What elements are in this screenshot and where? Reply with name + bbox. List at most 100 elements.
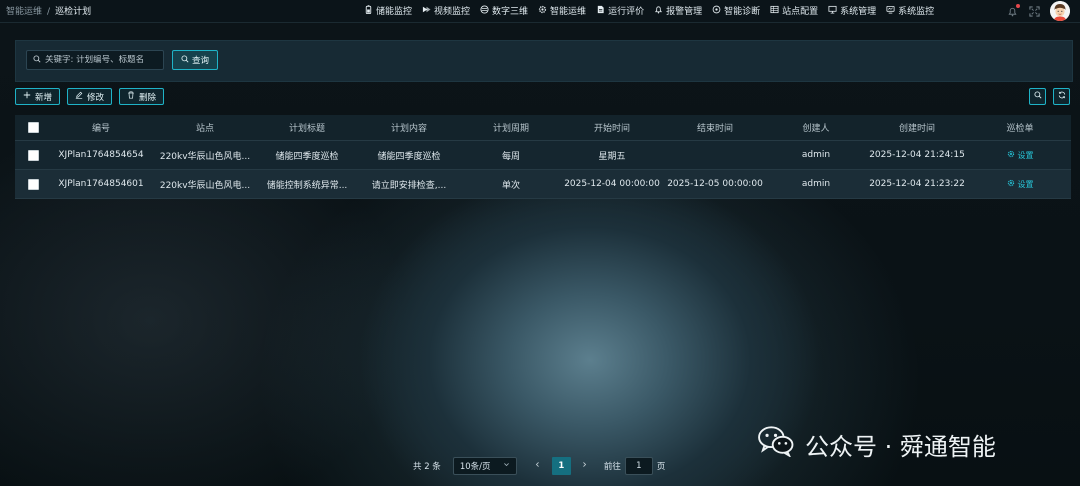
- document-icon: [596, 5, 605, 17]
- search-icon: [181, 54, 189, 66]
- refresh-button[interactable]: [1053, 88, 1070, 105]
- nav-item-system-management[interactable]: 系统管理: [828, 4, 876, 17]
- settings-link-label: 设置: [1017, 179, 1034, 189]
- cell-start-time: 2025-12-04 00:00:00: [564, 179, 660, 189]
- goto-page-input[interactable]: [624, 457, 653, 475]
- notification-badge-dot: [1016, 4, 1020, 8]
- toggle-search-button[interactable]: [1029, 88, 1046, 105]
- breadcrumb-root[interactable]: 智能运维: [6, 7, 42, 17]
- nav-item-alarm-management[interactable]: 报警管理: [654, 4, 702, 17]
- table-tools: [1029, 88, 1070, 105]
- column-header-created-time[interactable]: 创建时间: [867, 115, 967, 140]
- search-icon: [1033, 91, 1042, 102]
- top-bar: 智能运维 / 巡检计划 储能监控 视频监控 数字三维 智能运维 运行评价 报警管理: [0, 0, 1080, 23]
- cell-creator: admin: [801, 150, 831, 160]
- nav-label: 智能诊断: [724, 7, 761, 17]
- cube-icon: [480, 4, 489, 17]
- settings-link[interactable]: 设置: [1007, 179, 1034, 190]
- next-page-button[interactable]: [578, 457, 592, 475]
- nav-item-video-monitor[interactable]: 视频监控: [422, 4, 470, 17]
- wechat-icon: [757, 425, 795, 463]
- cell-end-time: 2025-12-05 00:00:00: [667, 179, 763, 189]
- watermark-text: 公众号 · 舜通智能: [805, 432, 996, 461]
- breadcrumb-separator: /: [47, 7, 51, 17]
- select-all-checkbox[interactable]: [27, 122, 39, 133]
- column-header-cycle[interactable]: 计划周期: [463, 115, 559, 140]
- nav-item-operation-evaluation[interactable]: 运行评价: [596, 4, 644, 17]
- gear-icon: [1007, 179, 1015, 189]
- cell-creator: admin: [801, 179, 831, 189]
- table-row[interactable]: XJPlan1764854601 220kv华辰山色风电... 储能控制系统异常…: [15, 170, 1071, 199]
- table-header-row: 编号 站点 计划标题 计划内容 计划周期 开始时间 结束时间 创建人 创建时间 …: [15, 115, 1071, 141]
- column-header-creator[interactable]: 创建人: [765, 115, 867, 140]
- cell-start-time: 星期五: [598, 151, 626, 162]
- nav-label: 视频监控: [434, 7, 471, 17]
- nav-item-digital-3d[interactable]: 数字三维: [480, 4, 528, 17]
- main-nav: 储能监控 视频监控 数字三维 智能运维 运行评价 报警管理 智能诊断 站点配置: [364, 4, 934, 17]
- keyword-search-field[interactable]: [26, 50, 164, 70]
- column-header-content[interactable]: 计划内容: [355, 115, 463, 140]
- page-unit-label: 页: [656, 462, 666, 472]
- row-checkbox[interactable]: [27, 178, 39, 190]
- column-header-id[interactable]: 编号: [51, 115, 151, 140]
- delete-button[interactable]: 删除: [119, 88, 165, 105]
- prev-page-button[interactable]: [531, 457, 545, 475]
- chevron-left-icon: [534, 461, 541, 471]
- add-button-label: 新增: [35, 92, 53, 103]
- notification-bell-icon[interactable]: [1006, 4, 1020, 17]
- cell-id: XJPlan1764854654: [58, 150, 144, 160]
- nav-label: 智能运维: [550, 7, 587, 17]
- cell-site: 220kv华辰山色风电...: [159, 180, 251, 191]
- settings-link[interactable]: 设置: [1007, 150, 1034, 161]
- edit-button[interactable]: 修改: [67, 88, 113, 105]
- column-header-title[interactable]: 计划标题: [259, 115, 355, 140]
- diagnosis-icon: [712, 5, 721, 17]
- pagination-total: 共 2 条: [413, 462, 441, 472]
- screen-icon: [886, 5, 895, 17]
- table-row[interactable]: XJPlan1764854654 220kv华辰山色风电... 储能四季度巡检 …: [15, 141, 1071, 170]
- nav-label: 站点配置: [782, 7, 819, 17]
- search-panel: 查询: [15, 40, 1073, 82]
- nav-item-site-config[interactable]: 站点配置: [770, 4, 818, 17]
- row-checkbox[interactable]: [27, 149, 39, 161]
- query-button-label: 查询: [191, 56, 209, 66]
- table-icon: [770, 5, 779, 17]
- nav-item-smart-ops[interactable]: 智能运维: [538, 4, 586, 17]
- column-header-inspection-sheet: 巡检单: [1006, 124, 1034, 134]
- nav-label: 数字三维: [492, 7, 529, 17]
- trash-icon: [127, 91, 135, 102]
- bell-icon: [654, 5, 663, 17]
- query-button[interactable]: 查询: [172, 50, 218, 70]
- edit-pencil-icon: [75, 91, 83, 102]
- cell-end-time: [665, 141, 765, 169]
- page-number-current[interactable]: 1: [551, 457, 571, 475]
- nav-item-smart-diagnosis[interactable]: 智能诊断: [712, 4, 760, 17]
- cell-content: 储能四季度巡检: [377, 151, 441, 162]
- cell-created-time: 2025-12-04 21:24:15: [869, 150, 965, 160]
- column-header-start-time[interactable]: 开始时间: [559, 115, 665, 140]
- delete-button-label: 删除: [139, 92, 157, 103]
- page-size-select[interactable]: 10条/页: [452, 457, 517, 475]
- chevron-right-icon: [581, 461, 588, 471]
- nav-label: 储能监控: [376, 7, 413, 17]
- cell-cycle: 每周: [501, 151, 520, 162]
- column-header-site[interactable]: 站点: [151, 115, 259, 140]
- cell-created-time: 2025-12-04 21:23:22: [869, 179, 965, 189]
- add-button[interactable]: 新增: [15, 88, 61, 105]
- edit-button-label: 修改: [87, 92, 105, 103]
- nav-item-system-monitor[interactable]: 系统监控: [886, 4, 934, 17]
- nav-label: 报警管理: [666, 7, 703, 17]
- fullscreen-icon[interactable]: [1028, 5, 1040, 17]
- plus-icon: [23, 91, 31, 102]
- nav-label: 系统监控: [898, 7, 935, 17]
- column-header-end-time[interactable]: 结束时间: [665, 115, 765, 140]
- user-avatar[interactable]: [1050, 1, 1070, 21]
- select-all-cell: [19, 115, 47, 140]
- keyword-search-input[interactable]: [45, 55, 155, 65]
- cell-content: 请立即安排检查,...: [371, 180, 447, 191]
- cell-inspection-sheet: 设置: [977, 170, 1063, 198]
- refresh-icon: [1058, 91, 1066, 102]
- chevron-down-icon: [503, 461, 510, 471]
- nav-item-energy-storage-monitor[interactable]: 储能监控: [364, 4, 412, 17]
- pagination: 共 2 条 10条/页 1 前往 页: [413, 457, 665, 475]
